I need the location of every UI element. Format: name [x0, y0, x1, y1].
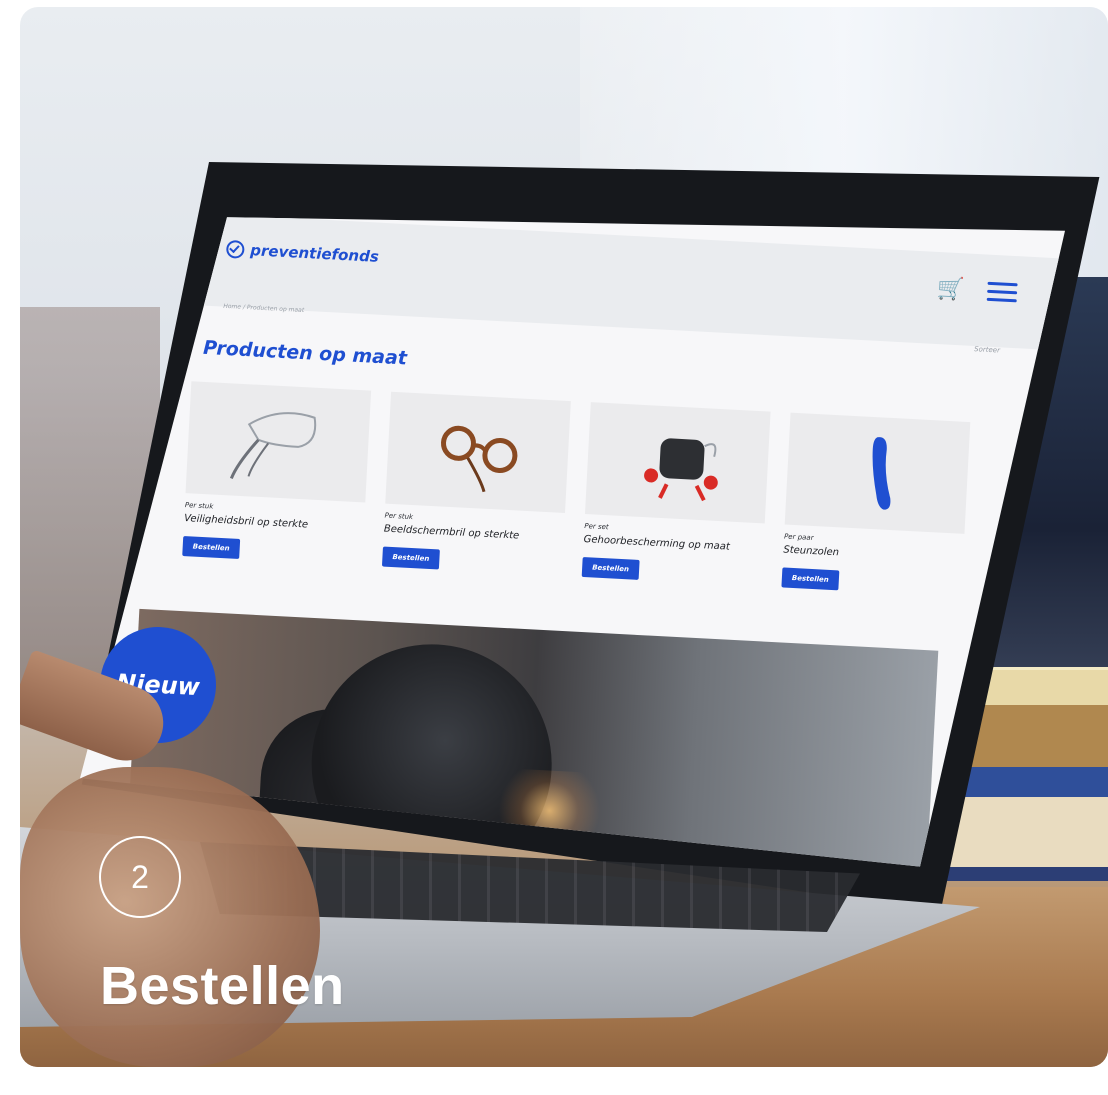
product-image-insoles[interactable] — [784, 412, 971, 534]
site-logo[interactable]: preventiefonds — [225, 239, 380, 266]
site-content: preventiefonds 🛒 Home / Producten op maa… — [125, 217, 1065, 867]
product-grid: Per stuk Veiligheidsbril op sterkte Best… — [180, 381, 1050, 646]
product-card[interactable]: Per stuk Beeldschermbril op sterkte Best… — [381, 391, 571, 576]
product-image-hearing-protection[interactable] — [584, 402, 771, 524]
breadcrumb[interactable]: Home / Producten op maat — [223, 303, 304, 314]
product-image-screen-glasses[interactable] — [385, 391, 571, 513]
order-button[interactable]: Bestellen — [182, 536, 241, 559]
hero-card: preventiefonds 🛒 Home / Producten op maa… — [20, 7, 1108, 1067]
step-title: Bestellen — [100, 956, 345, 1016]
glasses-icon — [440, 425, 518, 493]
earplug-case-icon — [644, 438, 718, 502]
sort-control[interactable]: Sorteer — [974, 345, 1000, 354]
product-card[interactable]: Per paar Steunzolen Bestellen — [781, 412, 971, 597]
menu-line — [986, 297, 1017, 303]
menu-line — [987, 289, 1018, 295]
product-card[interactable]: Per stuk Veiligheidsbril op sterkte Best… — [182, 381, 372, 565]
insole-icon — [872, 437, 891, 510]
product-image-safety-glasses[interactable] — [185, 381, 372, 503]
product-card[interactable]: Per set Gehoorbescherming op maat Bestel… — [581, 402, 771, 586]
page-title: Producten op maat — [202, 336, 408, 370]
order-button[interactable]: Bestellen — [781, 567, 840, 591]
book — [930, 867, 1108, 881]
logo-text: preventiefonds — [249, 241, 380, 266]
order-button[interactable]: Bestellen — [381, 546, 440, 570]
check-shield-icon — [225, 239, 245, 259]
menu-line — [987, 281, 1018, 287]
cart-icon[interactable]: 🛒 — [937, 276, 966, 302]
order-button[interactable]: Bestellen — [581, 556, 640, 580]
safety-glasses-icon — [229, 412, 317, 480]
step-number-badge: 2 — [99, 836, 181, 918]
menu-icon[interactable] — [986, 281, 1018, 304]
